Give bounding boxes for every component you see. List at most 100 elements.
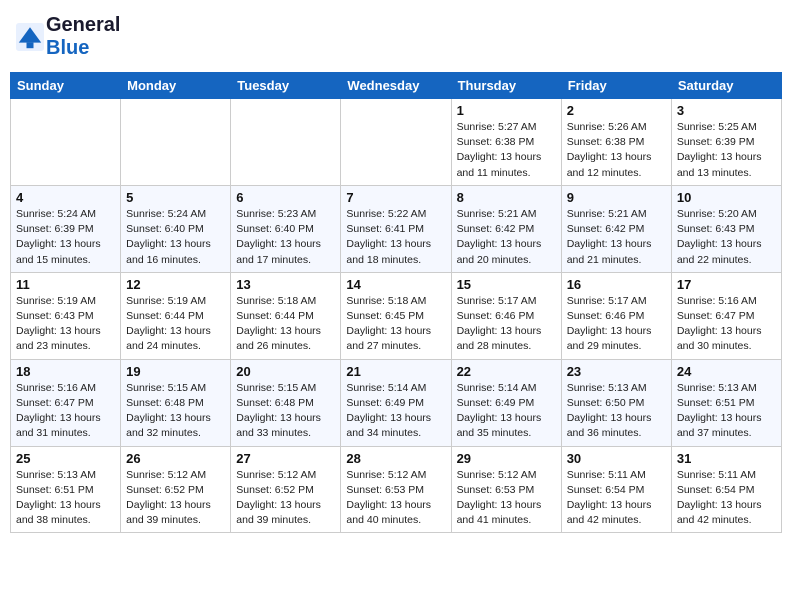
day-number: 11 xyxy=(16,277,115,292)
day-number: 23 xyxy=(567,364,666,379)
day-info: Sunrise: 5:21 AMSunset: 6:42 PMDaylight:… xyxy=(567,207,666,268)
calendar-week-3: 11Sunrise: 5:19 AMSunset: 6:43 PMDayligh… xyxy=(11,272,782,359)
calendar-cell: 19 Sunrise: 5:15 AMSunset: 6:48 PMDayligh… xyxy=(121,359,231,446)
calendar-cell: 27 Sunrise: 5:12 AMSunset: 6:52 PMDayligh… xyxy=(231,446,341,533)
day-number: 13 xyxy=(236,277,335,292)
calendar-cell: 25 Sunrise: 5:13 AMSunset: 6:51 PMDayligh… xyxy=(11,446,121,533)
calendar-cell: 18 Sunrise: 5:16 AMSunset: 6:47 PMDayligh… xyxy=(11,359,121,446)
day-info: Sunrise: 5:22 AMSunset: 6:41 PMDaylight:… xyxy=(346,207,445,268)
day-info: Sunrise: 5:13 AMSunset: 6:51 PMDaylight:… xyxy=(16,468,115,529)
col-header-saturday: Saturday xyxy=(671,73,781,99)
day-info: Sunrise: 5:15 AMSunset: 6:48 PMDaylight:… xyxy=(126,381,225,442)
col-header-monday: Monday xyxy=(121,73,231,99)
day-info: Sunrise: 5:13 AMSunset: 6:50 PMDaylight:… xyxy=(567,381,666,442)
day-info: Sunrise: 5:24 AMSunset: 6:40 PMDaylight:… xyxy=(126,207,225,268)
calendar-cell: 11Sunrise: 5:19 AMSunset: 6:43 PMDayligh… xyxy=(11,272,121,359)
day-info: Sunrise: 5:12 AMSunset: 6:52 PMDaylight:… xyxy=(236,468,335,529)
calendar-cell: 13 Sunrise: 5:18 AMSunset: 6:44 PMDayligh… xyxy=(231,272,341,359)
day-number: 1 xyxy=(457,103,556,118)
logo-icon xyxy=(16,23,44,51)
calendar-week-2: 4 Sunrise: 5:24 AMSunset: 6:39 PMDaylight… xyxy=(11,185,782,272)
day-number: 27 xyxy=(236,451,335,466)
calendar-cell: 16 Sunrise: 5:17 AMSunset: 6:46 PMDayligh… xyxy=(561,272,671,359)
day-number: 6 xyxy=(236,190,335,205)
day-info: Sunrise: 5:16 AMSunset: 6:47 PMDaylight:… xyxy=(16,381,115,442)
calendar-cell: 21 Sunrise: 5:14 AMSunset: 6:49 PMDayligh… xyxy=(341,359,451,446)
calendar-week-1: 1 Sunrise: 5:27 AMSunset: 6:38 PMDaylight… xyxy=(11,99,782,186)
calendar-cell: 15Sunrise: 5:17 AMSunset: 6:46 PMDayligh… xyxy=(451,272,561,359)
calendar-cell: 26Sunrise: 5:12 AMSunset: 6:52 PMDayligh… xyxy=(121,446,231,533)
col-header-wednesday: Wednesday xyxy=(341,73,451,99)
day-info: Sunrise: 5:15 AMSunset: 6:48 PMDaylight:… xyxy=(236,381,335,442)
day-info: Sunrise: 5:21 AMSunset: 6:42 PMDaylight:… xyxy=(457,207,556,268)
day-number: 10 xyxy=(677,190,776,205)
calendar-week-5: 25 Sunrise: 5:13 AMSunset: 6:51 PMDayligh… xyxy=(11,446,782,533)
day-info: Sunrise: 5:18 AMSunset: 6:45 PMDaylight:… xyxy=(346,294,445,355)
day-info: Sunrise: 5:19 AMSunset: 6:44 PMDaylight:… xyxy=(126,294,225,355)
day-number: 2 xyxy=(567,103,666,118)
day-info: Sunrise: 5:26 AMSunset: 6:38 PMDaylight:… xyxy=(567,120,666,181)
calendar-cell: 28 Sunrise: 5:12 AMSunset: 6:53 PMDayligh… xyxy=(341,446,451,533)
day-info: Sunrise: 5:24 AMSunset: 6:39 PMDaylight:… xyxy=(16,207,115,268)
day-number: 18 xyxy=(16,364,115,379)
calendar-cell xyxy=(11,99,121,186)
day-number: 17 xyxy=(677,277,776,292)
day-info: Sunrise: 5:17 AMSunset: 6:46 PMDaylight:… xyxy=(567,294,666,355)
day-number: 31 xyxy=(677,451,776,466)
day-number: 22 xyxy=(457,364,556,379)
day-info: Sunrise: 5:23 AMSunset: 6:40 PMDaylight:… xyxy=(236,207,335,268)
day-info: Sunrise: 5:18 AMSunset: 6:44 PMDaylight:… xyxy=(236,294,335,355)
logo: General Blue xyxy=(16,14,120,60)
calendar-cell: 4 Sunrise: 5:24 AMSunset: 6:39 PMDaylight… xyxy=(11,185,121,272)
calendar-cell xyxy=(121,99,231,186)
calendar-header-row: SundayMondayTuesdayWednesdayThursdayFrid… xyxy=(11,73,782,99)
calendar-cell: 17 Sunrise: 5:16 AMSunset: 6:47 PMDayligh… xyxy=(671,272,781,359)
calendar-cell: 1 Sunrise: 5:27 AMSunset: 6:38 PMDaylight… xyxy=(451,99,561,186)
day-number: 7 xyxy=(346,190,445,205)
day-number: 24 xyxy=(677,364,776,379)
calendar-cell: 14Sunrise: 5:18 AMSunset: 6:45 PMDayligh… xyxy=(341,272,451,359)
day-info: Sunrise: 5:25 AMSunset: 6:39 PMDaylight:… xyxy=(677,120,776,181)
calendar-cell: 9 Sunrise: 5:21 AMSunset: 6:42 PMDaylight… xyxy=(561,185,671,272)
day-number: 25 xyxy=(16,451,115,466)
logo-text: General Blue xyxy=(46,14,120,60)
col-header-friday: Friday xyxy=(561,73,671,99)
calendar-cell: 24Sunrise: 5:13 AMSunset: 6:51 PMDayligh… xyxy=(671,359,781,446)
day-number: 21 xyxy=(346,364,445,379)
col-header-thursday: Thursday xyxy=(451,73,561,99)
day-info: Sunrise: 5:27 AMSunset: 6:38 PMDaylight:… xyxy=(457,120,556,181)
day-number: 3 xyxy=(677,103,776,118)
calendar-cell: 8Sunrise: 5:21 AMSunset: 6:42 PMDaylight… xyxy=(451,185,561,272)
day-info: Sunrise: 5:17 AMSunset: 6:46 PMDaylight:… xyxy=(457,294,556,355)
day-info: Sunrise: 5:12 AMSunset: 6:53 PMDaylight:… xyxy=(457,468,556,529)
day-info: Sunrise: 5:16 AMSunset: 6:47 PMDaylight:… xyxy=(677,294,776,355)
page-header: General Blue xyxy=(10,10,782,64)
calendar-cell: 6 Sunrise: 5:23 AMSunset: 6:40 PMDaylight… xyxy=(231,185,341,272)
calendar-cell: 3 Sunrise: 5:25 AMSunset: 6:39 PMDaylight… xyxy=(671,99,781,186)
col-header-tuesday: Tuesday xyxy=(231,73,341,99)
col-header-sunday: Sunday xyxy=(11,73,121,99)
calendar-week-4: 18 Sunrise: 5:16 AMSunset: 6:47 PMDayligh… xyxy=(11,359,782,446)
day-number: 20 xyxy=(236,364,335,379)
day-number: 29 xyxy=(457,451,556,466)
day-number: 26 xyxy=(126,451,225,466)
day-info: Sunrise: 5:11 AMSunset: 6:54 PMDaylight:… xyxy=(677,468,776,529)
calendar-cell: 29 Sunrise: 5:12 AMSunset: 6:53 PMDayligh… xyxy=(451,446,561,533)
calendar-cell: 23 Sunrise: 5:13 AMSunset: 6:50 PMDayligh… xyxy=(561,359,671,446)
day-info: Sunrise: 5:12 AMSunset: 6:53 PMDaylight:… xyxy=(346,468,445,529)
day-number: 30 xyxy=(567,451,666,466)
day-number: 9 xyxy=(567,190,666,205)
day-info: Sunrise: 5:14 AMSunset: 6:49 PMDaylight:… xyxy=(346,381,445,442)
day-info: Sunrise: 5:14 AMSunset: 6:49 PMDaylight:… xyxy=(457,381,556,442)
day-info: Sunrise: 5:20 AMSunset: 6:43 PMDaylight:… xyxy=(677,207,776,268)
day-number: 16 xyxy=(567,277,666,292)
day-number: 19 xyxy=(126,364,225,379)
calendar-cell: 12Sunrise: 5:19 AMSunset: 6:44 PMDayligh… xyxy=(121,272,231,359)
calendar-cell: 30Sunrise: 5:11 AMSunset: 6:54 PMDayligh… xyxy=(561,446,671,533)
day-number: 4 xyxy=(16,190,115,205)
calendar-cell: 20 Sunrise: 5:15 AMSunset: 6:48 PMDayligh… xyxy=(231,359,341,446)
calendar-cell: 5Sunrise: 5:24 AMSunset: 6:40 PMDaylight… xyxy=(121,185,231,272)
calendar-cell: 10 Sunrise: 5:20 AMSunset: 6:43 PMDayligh… xyxy=(671,185,781,272)
calendar-cell: 2 Sunrise: 5:26 AMSunset: 6:38 PMDaylight… xyxy=(561,99,671,186)
day-number: 28 xyxy=(346,451,445,466)
